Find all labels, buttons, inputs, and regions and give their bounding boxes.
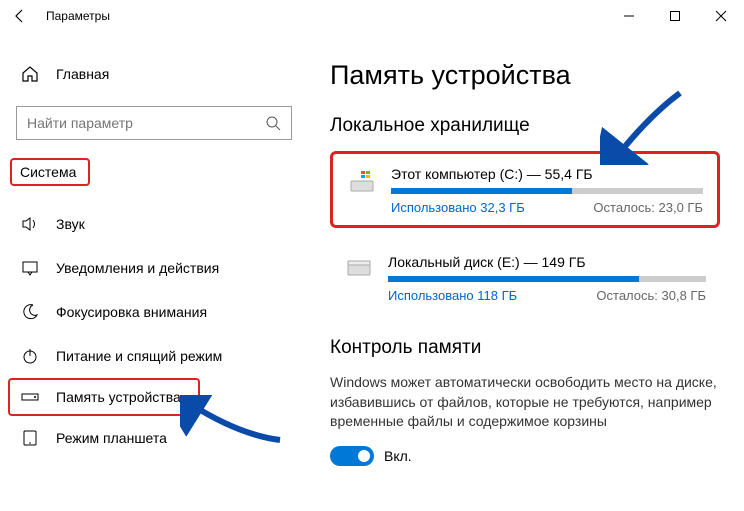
nav-label: Режим планшета [56, 430, 167, 446]
storage-icon [20, 387, 40, 407]
nav-label: Питание и спящий режим [56, 348, 222, 364]
drive-free: Осталось: 23,0 ГБ [593, 200, 703, 215]
drive-name: Локальный диск (E:) — 149 ГБ [388, 254, 706, 270]
drive-e[interactable]: Локальный диск (E:) — 149 ГБ Использован… [330, 242, 720, 313]
speaker-icon [20, 214, 40, 234]
nav-focus[interactable]: Фокусировка внимания [0, 290, 310, 334]
search-input[interactable] [16, 106, 292, 140]
maximize-button[interactable] [652, 0, 698, 32]
drive-used: Использовано 32,3 ГБ [391, 200, 525, 215]
nav-label: Звук [56, 216, 85, 232]
drive-c[interactable]: Этот компьютер (C:) — 55,4 ГБ Использова… [330, 151, 720, 228]
nav-label: Уведомления и действия [56, 260, 219, 276]
home-link[interactable]: Главная [0, 56, 310, 92]
close-button[interactable] [698, 0, 744, 32]
toggle-track [330, 446, 374, 466]
sidebar-section-system: Система [10, 158, 90, 186]
power-icon [20, 346, 40, 366]
nav-label: Память устройства [56, 389, 181, 405]
storage-sense-heading: Контроль памяти [330, 337, 720, 359]
back-button[interactable] [12, 8, 32, 24]
sidebar: Главная Система Звук Уведомления и дейст… [0, 32, 310, 511]
windows-drive-icon [347, 166, 377, 196]
drive-name: Этот компьютер (C:) — 55,4 ГБ [391, 166, 703, 182]
notification-icon [20, 258, 40, 278]
storage-sense-toggle[interactable]: Вкл. [330, 446, 720, 466]
nav-tablet[interactable]: Режим планшета [0, 416, 310, 460]
nav-notifications[interactable]: Уведомления и действия [0, 246, 310, 290]
nav-label: Фокусировка внимания [56, 304, 207, 320]
local-storage-heading: Локальное хранилище [330, 115, 720, 137]
tablet-icon [20, 428, 40, 448]
nav-storage[interactable]: Память устройства [8, 378, 200, 416]
page-title: Память устройства [330, 60, 720, 91]
home-label: Главная [56, 66, 109, 82]
drive-used: Использовано 118 ГБ [388, 288, 517, 303]
disk-drive-icon [344, 254, 374, 284]
home-icon [20, 64, 40, 84]
toggle-label: Вкл. [384, 448, 412, 464]
nav-sound[interactable]: Звук [0, 202, 310, 246]
usage-bar [388, 276, 706, 282]
search-field[interactable] [27, 115, 265, 131]
moon-icon [20, 302, 40, 322]
drive-free: Осталось: 30,8 ГБ [596, 288, 706, 303]
storage-sense-description: Windows может автоматически освободить м… [330, 373, 720, 432]
window-title: Параметры [46, 9, 110, 23]
minimize-button[interactable] [606, 0, 652, 32]
search-icon [265, 115, 281, 131]
usage-bar [391, 188, 703, 194]
nav-power[interactable]: Питание и спящий режим [0, 334, 310, 378]
main-content: Память устройства Локальное хранилище Эт… [310, 32, 744, 511]
